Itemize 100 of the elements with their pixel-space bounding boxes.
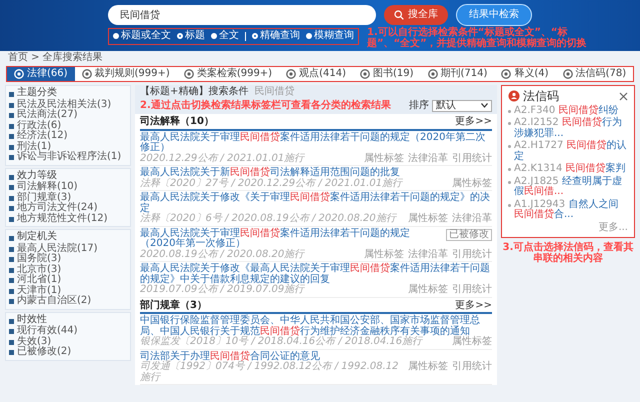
square-bullet-icon [9,124,14,128]
result-title-link[interactable]: 司法部关于办理民间借贷合同公证的意见 [140,352,492,362]
filter-item[interactable]: 地方司法文件(24) [17,203,98,214]
filter-heading: 时效性 [17,314,47,325]
radio-icon[interactable] [113,33,119,40]
square-bullet-icon [9,257,14,262]
circle-icon [501,68,512,79]
filter-item[interactable]: 河北省(1) [17,275,62,286]
square-bullet-icon [9,92,14,98]
bullet-icon [508,122,511,126]
square-bullet-icon [9,299,14,304]
filter-item[interactable]: 民法商法(27) [17,110,78,120]
filter-item[interactable]: 国务院(3) [17,254,62,264]
filter-item[interactable]: 民法及民法相关法(3) [17,100,112,110]
code-link[interactable]: A2.I2152 民间借贷行为涉嫌犯罪... [514,118,628,140]
square-bullet-icon [9,113,14,118]
filter-item[interactable]: 现行有效(44) [17,326,78,336]
circle-icon [286,68,296,79]
code-link[interactable]: A2.K1314 民间借贷案判 [514,164,626,175]
result-meta: 2020.12.29公布 / 2021.01.01施行 [140,154,304,164]
caret-icon [481,103,488,108]
square-bullet-icon [9,206,14,211]
square-bullet-icon [9,144,14,150]
sort-dropdown[interactable]: 默认 [432,100,492,112]
bullet-icon [508,110,511,113]
filter-item[interactable]: 行政法(6) [17,120,62,131]
square-bullet-icon [9,196,14,200]
square-bullet-icon [9,340,14,344]
radio-option[interactable]: 标题 [177,31,205,42]
circle-icon [82,68,92,79]
square-bullet-icon [9,268,14,272]
filter-item[interactable]: 内蒙古自治区(2) [17,296,92,306]
radio-icon[interactable] [306,33,312,40]
search-field[interactable]: 民间借贷 [108,5,376,25]
filter-heading: 效力等级 [17,170,57,180]
panel-title: 法信码 [523,90,560,103]
result-meta: 法释〔2020〕27号 / 2020.12.29公布 / 2021.01.01施行 [140,178,402,189]
annotation-note: 2.通过点击切换检索结果标签栏可查看各分类的检索结果 [140,100,391,111]
filter-item[interactable]: 地方规范性文件(12) [17,214,108,224]
code-link[interactable]: A2.J1825 经查明属于虚假民间借... [514,176,628,198]
code-link[interactable]: A2.H1727 民间借贷的认定 [514,141,628,162]
result-tab[interactable]: 释义(4) [494,66,556,81]
bullet-icon [508,168,511,172]
square-bullet-icon [9,246,14,252]
result-meta: 法释〔2020〕6号 / 2020.08.19公布 / 2020.08.20施行 [140,214,396,224]
section-heading: 部门规章（3） [140,300,207,311]
square-bullet-icon [9,185,14,190]
square-bullet-icon [9,236,14,242]
result-tab[interactable]: 法信码(78) [556,66,634,81]
square-bullet-icon [9,134,14,139]
filter-item[interactable]: 司法解释(10) [17,182,78,192]
result-title-link[interactable]: 最高人民法院关于修改《关于审理民间借贷案件适用法律若干问题的规定》的决定 [140,193,492,214]
search-button[interactable]: 搜全库 [384,5,448,25]
circle-icon [184,68,194,79]
filter-item[interactable]: 部门规章(3) [17,192,72,203]
result-tab[interactable]: 图书(19) [352,66,421,81]
filter-item[interactable]: 失效(3) [17,336,52,347]
filter-item[interactable]: 最高人民法院(17) [17,244,98,254]
code-link[interactable]: A1.J12943 自然人之间 民间借贷合... [514,200,628,221]
radio-icon[interactable] [252,33,258,40]
radio-option[interactable]: 精确查询 [252,31,300,42]
bullet-icon [508,204,511,207]
close-icon[interactable] [619,92,628,101]
radio-option[interactable]: 全文 [211,31,239,42]
filter-item[interactable]: 刑法(1) [17,142,52,152]
breadcrumb[interactable]: 首页 > 全库搜索结果 [8,52,103,63]
result-tab[interactable]: 类案检索(999+) [176,66,280,81]
result-meta: 2019.07.09公布 / 2019.07.09施行 [140,285,304,296]
result-title-link[interactable]: 最高人民法院关于审理民间借贷案件适用法律若干问题的规定（2020年第二次修正） [140,132,492,154]
filter-item[interactable]: 经济法(12) [17,131,68,142]
square-bullet-icon [9,216,14,222]
filter-item[interactable]: 已被修改(2) [17,347,72,358]
filter-item[interactable]: 天津市(1) [17,286,62,296]
square-bullet-icon [9,102,14,108]
circle-icon [360,68,370,79]
result-tab[interactable]: 观点(414) [279,66,353,81]
radio-icon[interactable] [177,33,183,40]
square-bullet-icon [9,288,14,294]
square-bullet-icon [9,350,14,355]
filter-item[interactable]: 诉讼与非诉讼程序法(1) [17,152,122,162]
circle-icon [428,68,438,79]
result-tab[interactable]: 法律(66) [7,66,75,81]
result-title-link[interactable]: 中国银行保险监督管理委员会、中华人民共和国公安部、国家市场监督管理总局、中国人民银行关于规范民间借贷行为维护经济金融秩序有关事项的通知 [140,316,492,337]
status-stamp: 已被修改 [446,228,492,241]
badge-icon [508,90,520,102]
more-link[interactable]: 更多>> [455,117,492,128]
result-title-link[interactable]: 最高人民法院关于新民间借贷司法解释适用范围问题的批复 [140,168,492,178]
radio-icon[interactable] [211,33,217,40]
search-button[interactable]: 结果中检索 [456,4,532,26]
result-title-link[interactable]: 最高人民法院关于审理民间借贷案件适用法律若干问题的规定（2020年第一次修正） [140,228,442,250]
radio-option[interactable]: 标题或全文 [113,31,171,42]
result-tab[interactable]: 期刊(714) [420,66,494,81]
result-tab[interactable]: 裁判规则(999+) [74,66,177,81]
radio-option[interactable]: 模糊查询 [306,31,354,42]
filter-item[interactable]: 北京市(3) [17,264,62,275]
result-meta: 银保监发〔2018〕10号 / 2018.04.16公布 / 2018.04.16施行 [140,337,422,348]
result-meta: 司发通〔1992〕074号 / 1992.08.12公布 / 1992.08.12施行 [140,362,400,383]
more-link[interactable]: 更多>> [455,300,492,311]
code-link[interactable]: A2.F340 民间借贷纠纷 [514,106,618,116]
result-title-link[interactable]: 最高人民法院关于修改《最高人民法院关于审理民间借贷案件适用法律若干问题的规定》中关于借款利息规定的建议的回复 [140,264,492,285]
